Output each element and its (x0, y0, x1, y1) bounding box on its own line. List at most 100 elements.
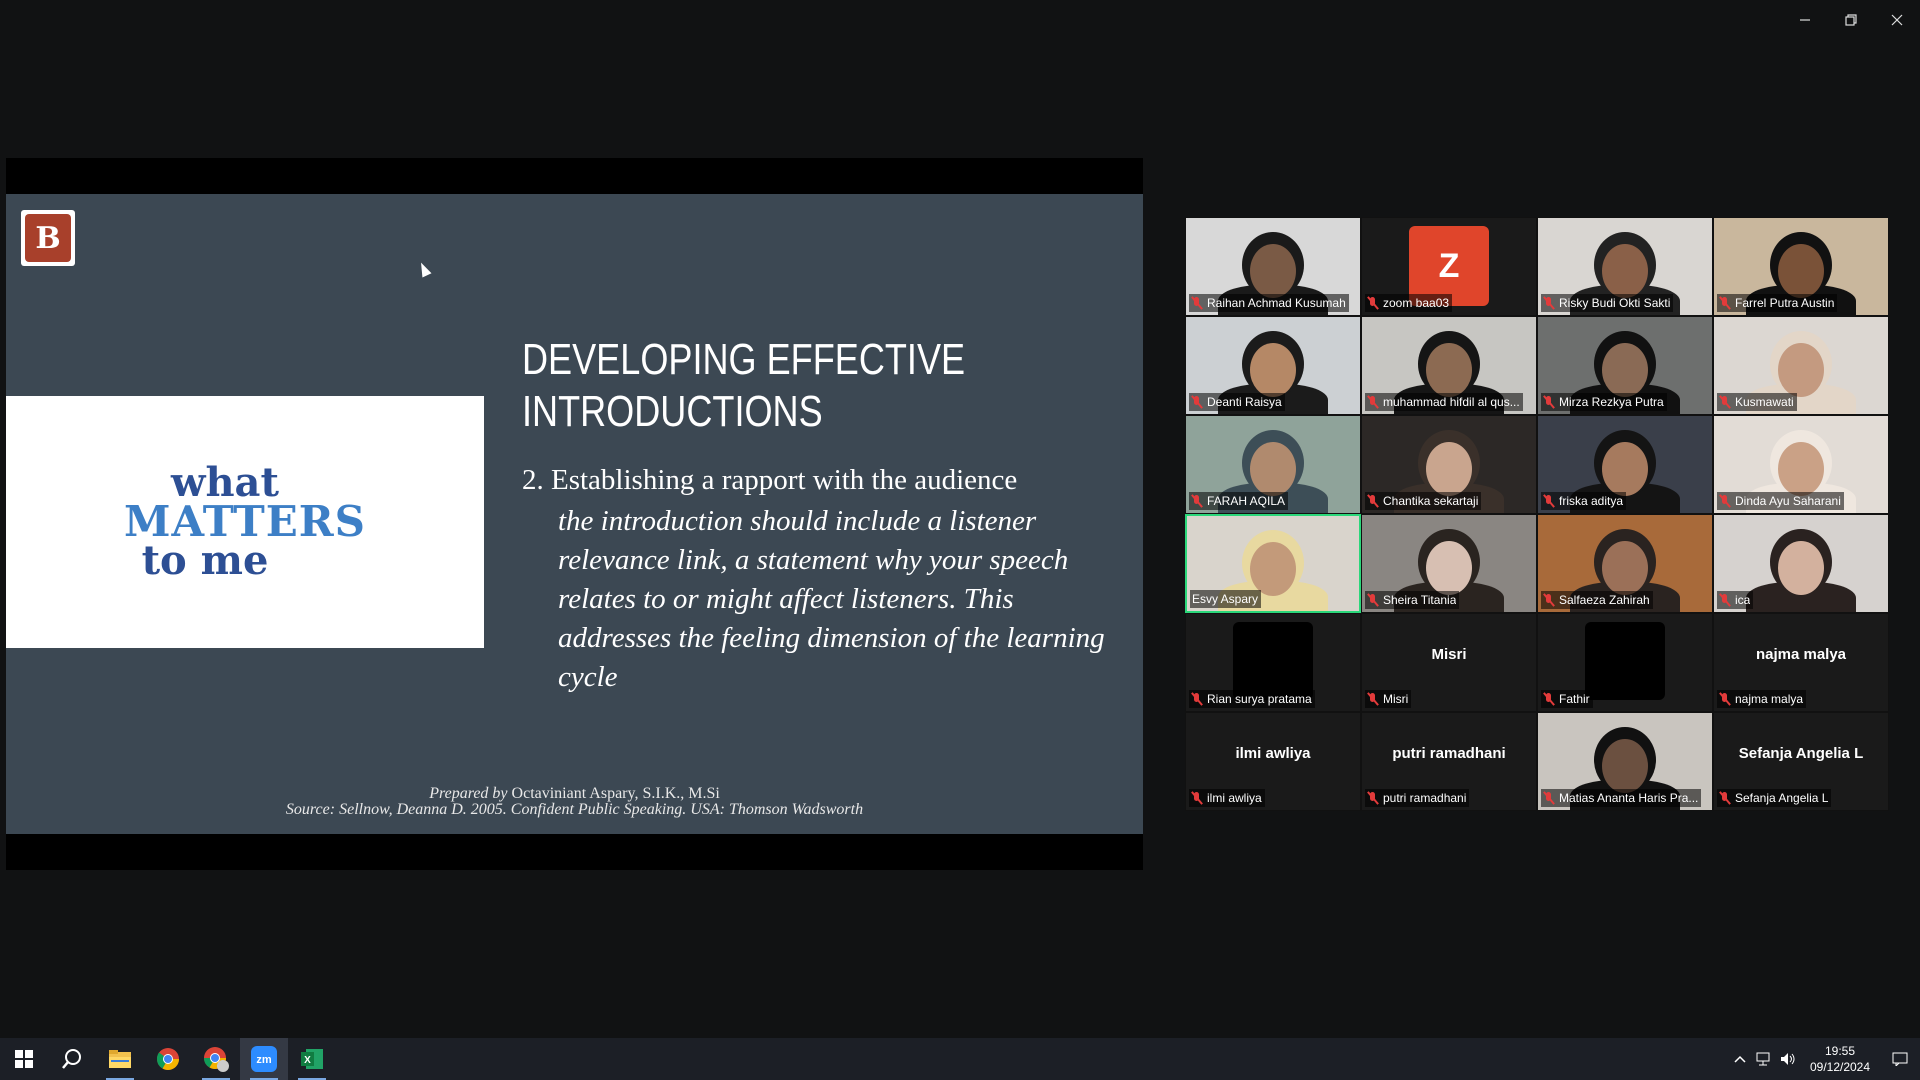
participant-tile[interactable]: ilmi awliya ilmi awliya (1185, 712, 1361, 811)
slide-body-text: the introduction should include a listen… (558, 505, 1105, 693)
participant-tile[interactable]: Matias Ananta Haris Pra... (1537, 712, 1713, 811)
mic-muted-icon (1719, 395, 1731, 409)
participant-tile[interactable]: putri ramadhani putri ramadhani (1361, 712, 1537, 811)
participant-tile[interactable]: Rian surya pratama (1185, 613, 1361, 712)
notification-icon[interactable] (1880, 1038, 1920, 1080)
participant-nameplate: zoom baa03 (1365, 294, 1453, 312)
svg-text:X: X (304, 1055, 311, 1066)
taskbar: zm X 19:55 09/12/2024 (0, 1038, 1920, 1080)
participant-tile[interactable]: Risky Budi Okti Sakti (1537, 217, 1713, 316)
mic-muted-icon (1367, 296, 1379, 310)
prepared-label: Prepared by (429, 785, 508, 802)
participant-tile[interactable]: Farrel Putra Austin (1713, 217, 1889, 316)
participant-face (1602, 343, 1648, 397)
zoom-icon: zm (251, 1046, 277, 1072)
participant-nameplate: Kusmawati (1717, 393, 1797, 411)
participant-face (1602, 739, 1648, 793)
participant-name: Deanti Raisya (1207, 395, 1282, 409)
participant-name: najma malya (1735, 692, 1804, 706)
excel-button[interactable]: X (288, 1038, 336, 1080)
start-button[interactable] (0, 1038, 48, 1080)
mic-muted-icon (1719, 296, 1731, 310)
participant-face (1602, 442, 1648, 496)
mic-muted-icon (1543, 395, 1555, 409)
mic-muted-icon (1191, 692, 1203, 706)
close-button[interactable] (1874, 0, 1920, 40)
participant-gallery: Raihan Achmad Kusumah Zzoom baa03 Risky Bu… (1185, 217, 1889, 811)
chevron-up-icon[interactable] (1728, 1038, 1752, 1080)
participant-face (1250, 244, 1296, 298)
participant-nameplate: ica (1717, 591, 1754, 609)
participant-nameplate: Sheira Titania (1365, 591, 1460, 609)
mic-muted-icon (1191, 494, 1203, 508)
slide-title-line: DEVELOPING EFFECTIVE (522, 335, 966, 384)
system-tray: 19:55 09/12/2024 (1728, 1038, 1920, 1080)
participant-name: putri ramadhani (1383, 791, 1467, 805)
participant-tile[interactable]: Sheira Titania (1361, 514, 1537, 613)
participant-nameplate: Rian surya pratama (1189, 690, 1315, 708)
participant-face (1602, 244, 1648, 298)
chrome-profile-button[interactable] (192, 1038, 240, 1080)
participant-face (1602, 541, 1648, 595)
participant-tile[interactable]: Raihan Achmad Kusumah (1185, 217, 1361, 316)
participant-tile[interactable]: Sefanja Angelia L Sefanja Angelia L (1713, 712, 1889, 811)
participant-name: ica (1735, 593, 1751, 607)
participant-nameplate: ilmi awliya (1189, 789, 1265, 807)
participant-name: ilmi awliya (1207, 791, 1262, 805)
network-icon[interactable] (1752, 1038, 1776, 1080)
participant-tile[interactable]: muhammad hifdil al qus... (1361, 316, 1537, 415)
participant-tile[interactable]: friska aditya (1537, 415, 1713, 514)
participant-tile[interactable]: Misri Misri (1361, 613, 1537, 712)
minimize-button[interactable] (1782, 0, 1828, 40)
participant-tile[interactable]: Esvy Aspary (1185, 514, 1361, 613)
participant-name: zoom baa03 (1383, 296, 1450, 310)
logo-letter: B (25, 214, 71, 262)
file-explorer-button[interactable] (96, 1038, 144, 1080)
participant-tile[interactable]: Kusmawati (1713, 316, 1889, 415)
participant-name: Fathir (1559, 692, 1590, 706)
participant-tile[interactable]: najma malya najma malya (1713, 613, 1889, 712)
participant-nameplate: Fathir (1541, 690, 1593, 708)
participant-name: Chantika sekartaji (1383, 494, 1479, 508)
presentation-slide[interactable]: B what MATTERS to me DEVELOPING EFFECTIV… (6, 194, 1143, 834)
search-button[interactable] (48, 1038, 96, 1080)
participant-name: Raihan Achmad Kusumah (1207, 296, 1346, 310)
participant-tile[interactable]: Fathir (1537, 613, 1713, 712)
participant-face (1426, 343, 1472, 397)
restore-button[interactable] (1828, 0, 1874, 40)
mic-muted-icon (1367, 593, 1379, 607)
participant-tile[interactable]: Dinda Ayu Saharani (1713, 415, 1889, 514)
participant-tile[interactable]: ica (1713, 514, 1889, 613)
taskbar-clock[interactable]: 19:55 09/12/2024 (1800, 1043, 1880, 1075)
volume-icon[interactable] (1776, 1038, 1800, 1080)
slide-title-line: INTRODUCTIONS (522, 387, 823, 436)
participant-tile[interactable]: Chantika sekartaji (1361, 415, 1537, 514)
participant-face (1250, 442, 1296, 496)
participant-nameplate: Chantika sekartaji (1365, 492, 1482, 510)
participant-tile[interactable]: Mirza Rezkya Putra (1537, 316, 1713, 415)
participant-center-name: najma malya (1755, 646, 1847, 663)
mic-muted-icon (1367, 395, 1379, 409)
participant-camera-off (1233, 622, 1313, 700)
slide-logo: B (21, 210, 75, 266)
participant-tile[interactable]: FARAH AQILA (1185, 415, 1361, 514)
mic-muted-icon (1191, 791, 1203, 805)
participant-nameplate: friska aditya (1541, 492, 1627, 510)
participant-name: Rian surya pratama (1207, 692, 1312, 706)
participant-face (1778, 541, 1824, 595)
clock-date: 09/12/2024 (1809, 1060, 1871, 1074)
participant-nameplate: Misri (1365, 690, 1412, 708)
mic-muted-icon (1191, 296, 1203, 310)
image-text-line: MATTERS (123, 497, 367, 547)
mic-muted-icon (1543, 791, 1555, 805)
participant-center-name: Sefanja Angelia L (1738, 745, 1864, 762)
participant-tile[interactable]: Salfaeza Zahirah (1537, 514, 1713, 613)
participant-nameplate: Deanti Raisya (1189, 393, 1285, 411)
source-citation: Source: Sellnow, Deanna D. 2005. Confide… (285, 801, 864, 818)
zoom-button[interactable]: zm (240, 1038, 288, 1080)
participant-tile[interactable]: Deanti Raisya (1185, 316, 1361, 415)
mic-muted-icon (1719, 791, 1731, 805)
participant-name: muhammad hifdil al qus... (1383, 395, 1520, 409)
participant-tile[interactable]: Zzoom baa03 (1361, 217, 1537, 316)
chrome-button[interactable] (144, 1038, 192, 1080)
